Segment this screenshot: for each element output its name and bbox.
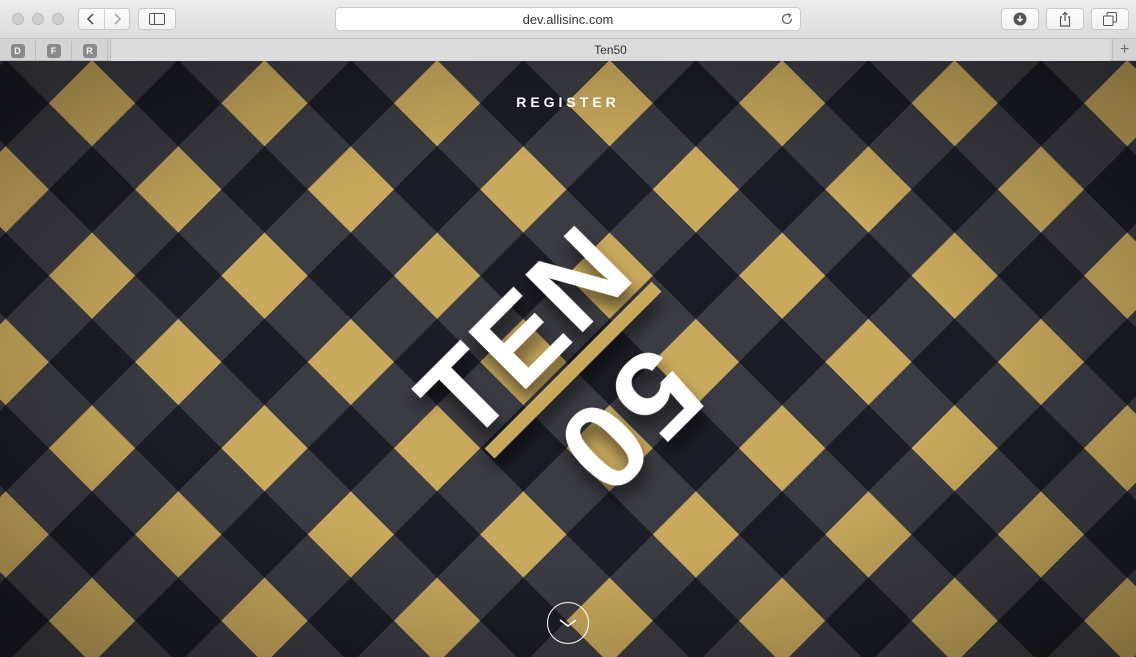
tab-title-text: Ten50 — [594, 43, 627, 57]
tabs-overview-button[interactable] — [1091, 8, 1129, 30]
tabs-icon — [1103, 12, 1117, 26]
chevron-left-icon — [87, 13, 94, 25]
favorite-r-label: R — [82, 43, 97, 58]
navigation-buttons — [78, 8, 130, 30]
zoom-window-button[interactable] — [52, 13, 64, 25]
favorite-r[interactable]: R — [72, 41, 108, 60]
active-tab[interactable]: Ten50 — [110, 39, 1110, 61]
web-page: REGISTER TEN 50 — [0, 61, 1136, 657]
tab-bar: D F R Ten50 + — [0, 38, 1136, 61]
plus-icon: + — [1119, 41, 1130, 58]
minimize-window-button[interactable] — [32, 13, 44, 25]
back-button[interactable] — [79, 9, 104, 29]
downloads-button[interactable] — [1001, 8, 1039, 30]
favorite-f-label: F — [46, 43, 61, 58]
favorite-f[interactable]: F — [36, 41, 72, 60]
reload-icon — [781, 12, 793, 25]
forward-button[interactable] — [103, 9, 130, 29]
share-icon — [1059, 11, 1071, 27]
browser-toolbar: dev.allisinc.com — [0, 0, 1136, 38]
close-window-button[interactable] — [12, 13, 24, 25]
download-icon — [1013, 12, 1027, 26]
favorite-d[interactable]: D — [0, 41, 36, 60]
sidebar-button[interactable] — [138, 8, 176, 30]
favorite-d-label: D — [10, 43, 25, 58]
address-text: dev.allisinc.com — [522, 11, 614, 27]
scroll-down-button[interactable] — [547, 602, 589, 644]
reload-button[interactable] — [780, 12, 794, 29]
ten50-logo: TEN 50 — [393, 201, 729, 523]
sidebar-icon — [149, 13, 165, 25]
chevron-down-icon — [559, 619, 577, 627]
address-bar[interactable]: dev.allisinc.com — [335, 7, 801, 31]
new-tab-button[interactable]: + — [1112, 39, 1136, 61]
chevron-right-icon — [114, 13, 121, 25]
share-button[interactable] — [1046, 8, 1084, 30]
